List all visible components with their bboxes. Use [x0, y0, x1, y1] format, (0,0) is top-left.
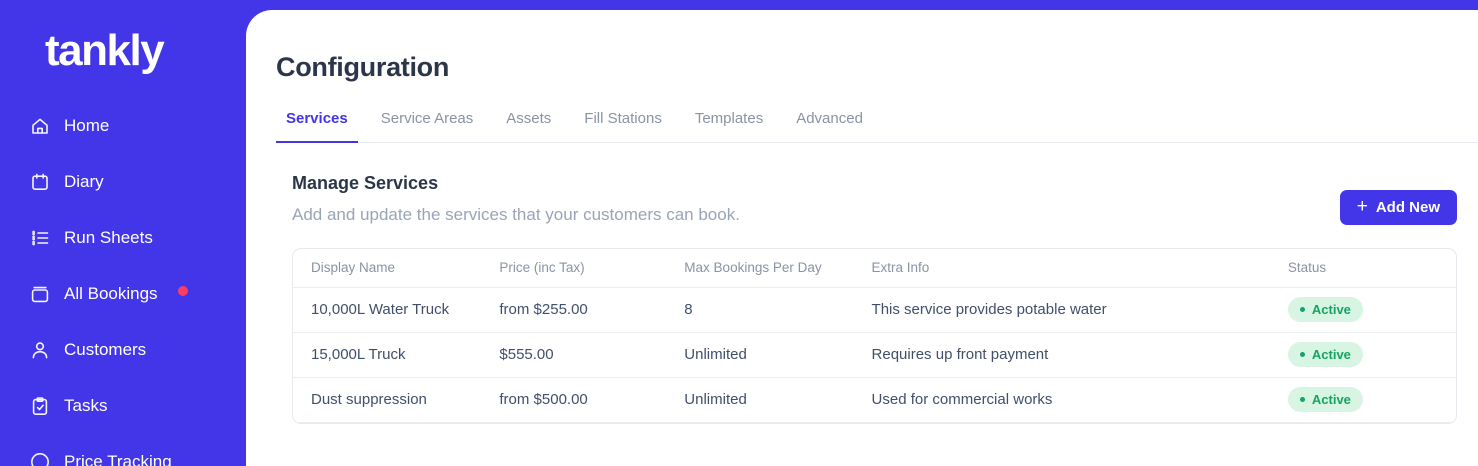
- sidebar-item-label: Tasks: [64, 396, 107, 416]
- sidebar: tankly Home Diary Run Sheets All Booking…: [0, 0, 246, 466]
- list-icon: [29, 227, 51, 249]
- sidebar-item-tasks[interactable]: Tasks: [0, 378, 246, 434]
- column-header-extra-info: Extra Info: [854, 249, 1270, 287]
- status-dot-icon: [1300, 307, 1305, 312]
- cell-max-bookings: Unlimited: [666, 332, 853, 377]
- tab-templates[interactable]: Templates: [685, 110, 773, 143]
- cell-display-name: 15,000L Truck: [293, 332, 481, 377]
- clipboard-check-icon: [29, 395, 51, 417]
- status-badge: Active: [1288, 342, 1363, 367]
- plus-icon: +: [1357, 197, 1368, 216]
- column-header-display-name: Display Name: [293, 249, 481, 287]
- table-row[interactable]: 10,000L Water Truck from $255.00 8 This …: [293, 287, 1456, 332]
- table-row[interactable]: Dust suppression from $500.00 Unlimited …: [293, 377, 1456, 422]
- status-badge: Active: [1288, 297, 1363, 322]
- calendar-icon: [29, 171, 51, 193]
- sidebar-item-label: Diary: [64, 172, 104, 192]
- sidebar-nav: Home Diary Run Sheets All Bookings: [0, 98, 246, 466]
- cell-price: from $500.00: [481, 377, 666, 422]
- sidebar-item-home[interactable]: Home: [0, 98, 246, 154]
- cell-display-name: Dust suppression: [293, 377, 481, 422]
- cell-extra-info: Requires up front payment: [854, 332, 1270, 377]
- cell-extra-info: This service provides potable water: [854, 287, 1270, 332]
- cell-max-bookings: Unlimited: [666, 377, 853, 422]
- user-icon: [29, 339, 51, 361]
- section-title: Manage Services: [292, 173, 740, 194]
- status-dot-icon: [1300, 397, 1305, 402]
- sidebar-item-label: Run Sheets: [64, 228, 153, 248]
- status-badge: Active: [1288, 387, 1363, 412]
- tab-advanced[interactable]: Advanced: [786, 110, 873, 143]
- table-header-row: Display Name Price (inc Tax) Max Booking…: [293, 249, 1456, 287]
- cell-price: from $255.00: [481, 287, 666, 332]
- add-new-button[interactable]: + Add New: [1340, 190, 1457, 225]
- sidebar-item-diary[interactable]: Diary: [0, 154, 246, 210]
- cell-max-bookings: 8: [666, 287, 853, 332]
- brand-logo: tankly: [45, 26, 246, 76]
- circle-icon: [29, 451, 51, 466]
- main-panel: Configuration Services Service Areas Ass…: [246, 10, 1478, 466]
- section-subtitle: Add and update the services that your cu…: [292, 205, 740, 225]
- sidebar-item-label: Home: [64, 116, 109, 136]
- add-new-button-label: Add New: [1376, 199, 1440, 216]
- section-header: Manage Services Add and update the servi…: [292, 173, 1457, 225]
- status-dot-icon: [1300, 352, 1305, 357]
- table-row[interactable]: 15,000L Truck $555.00 Unlimited Requires…: [293, 332, 1456, 377]
- cell-display-name: 10,000L Water Truck: [293, 287, 481, 332]
- tab-service-areas[interactable]: Service Areas: [371, 110, 484, 143]
- sidebar-item-label: All Bookings: [64, 284, 158, 304]
- tab-fill-stations[interactable]: Fill Stations: [574, 110, 672, 143]
- page-title: Configuration: [276, 52, 1478, 83]
- section-header-text: Manage Services Add and update the servi…: [292, 173, 740, 225]
- sidebar-item-all-bookings[interactable]: All Bookings: [0, 266, 246, 322]
- column-header-price: Price (inc Tax): [481, 249, 666, 287]
- tab-content: Manage Services Add and update the servi…: [276, 173, 1478, 424]
- cell-extra-info: Used for commercial works: [854, 377, 1270, 422]
- services-table: Display Name Price (inc Tax) Max Booking…: [292, 248, 1457, 424]
- bookings-box-icon: [29, 283, 51, 305]
- column-header-max-bookings: Max Bookings Per Day: [666, 249, 853, 287]
- sidebar-item-price-tracking[interactable]: Price Tracking: [0, 434, 246, 466]
- sidebar-item-label: Customers: [64, 340, 146, 360]
- cell-price: $555.00: [481, 332, 666, 377]
- sidebar-item-customers[interactable]: Customers: [0, 322, 246, 378]
- tab-assets[interactable]: Assets: [496, 110, 561, 143]
- sidebar-item-label: Price Tracking: [64, 452, 172, 466]
- home-icon: [29, 115, 51, 137]
- tab-bar: Services Service Areas Assets Fill Stati…: [276, 110, 1478, 143]
- sidebar-item-run-sheets[interactable]: Run Sheets: [0, 210, 246, 266]
- column-header-status: Status: [1270, 249, 1456, 287]
- notification-dot: [178, 286, 188, 296]
- tab-services[interactable]: Services: [276, 110, 358, 143]
